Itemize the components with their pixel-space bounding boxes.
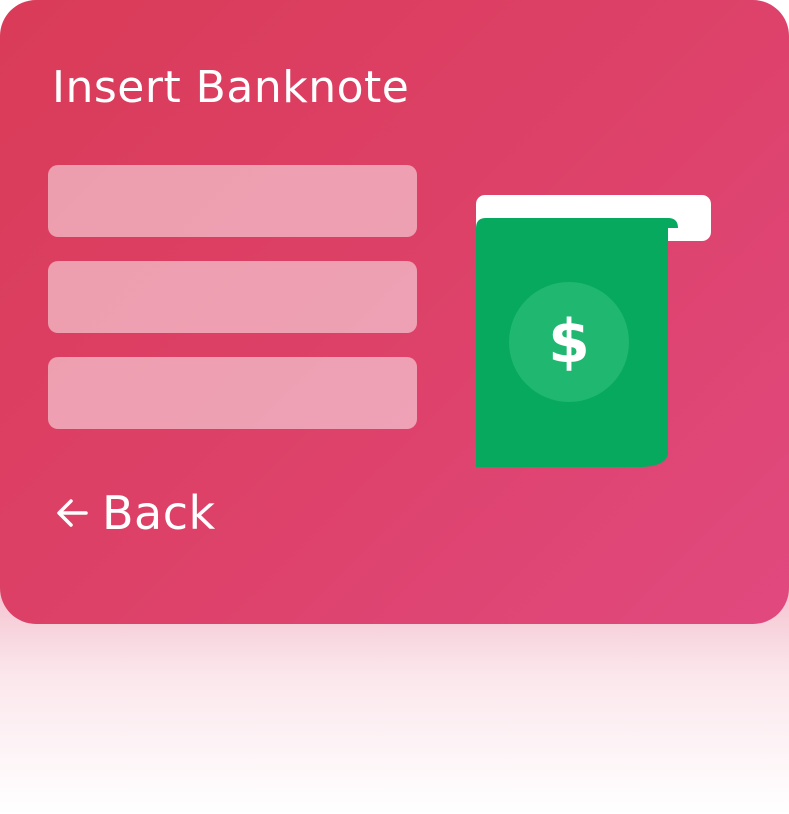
banknote-illustration: $ [470, 190, 720, 475]
placeholder-field-3 [48, 357, 417, 429]
page-title: Insert Banknote [52, 62, 410, 113]
back-label: Back [102, 486, 216, 540]
dollar-symbol: $ [548, 307, 590, 377]
dollar-banknote-icon: $ [476, 195, 711, 467]
placeholder-field-2 [48, 261, 417, 333]
insert-banknote-card: Insert Banknote $ Back [0, 0, 789, 624]
arrow-left-icon [52, 493, 92, 533]
placeholder-field-1 [48, 165, 417, 237]
back-button[interactable]: Back [52, 486, 216, 540]
